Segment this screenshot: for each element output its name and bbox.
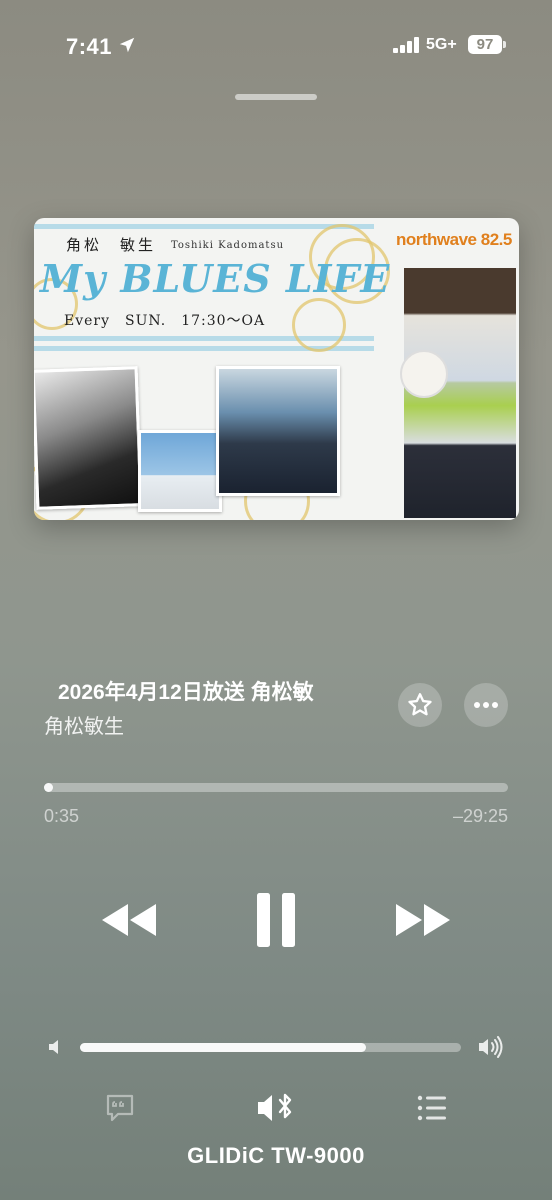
bluetooth-speaker-icon: [258, 1093, 292, 1121]
queue-list-icon: [417, 1095, 446, 1121]
rewind-icon: [102, 904, 156, 936]
rewind-button[interactable]: [96, 892, 164, 948]
photo-hat: [400, 350, 448, 398]
pause-icon: [257, 893, 295, 947]
artwork-show-title: My BLUES LIFE: [40, 256, 391, 301]
track-artist[interactable]: 角松敏生: [44, 710, 124, 739]
volume-fill: [80, 1043, 366, 1052]
time-elapsed: 0:35: [44, 806, 80, 826]
location-arrow-icon: [119, 37, 135, 53]
art-stripe: [34, 224, 374, 229]
album-artwork: 角松 敏生 Toshiki Kadomatsu My BLUES LIFE Ev…: [34, 218, 519, 520]
station-logo: northwave 82.5: [396, 230, 512, 249]
output-device-name: GLIDiC TW-9000: [187, 1143, 365, 1168]
time-remaining: –29:25: [452, 806, 508, 826]
network-type: 5G+: [426, 36, 457, 53]
audio-output-button[interactable]: [256, 1090, 298, 1126]
cellular-signal-icon: [393, 37, 421, 53]
status-time: 7:41: [66, 34, 113, 59]
queue-button[interactable]: [416, 1094, 448, 1122]
photo-portrait-bw: [34, 366, 143, 510]
playback-scrubber[interactable]: [44, 783, 508, 792]
photo-balcony: [138, 430, 222, 512]
photo-seaside: [216, 366, 340, 496]
lyrics-button[interactable]: [104, 1092, 136, 1124]
pause-button[interactable]: [246, 884, 306, 956]
ellipsis-icon: [474, 702, 498, 708]
speaker-low-icon: [49, 1040, 58, 1054]
track-title: 2026年4月12日放送 角松敏: [58, 681, 314, 704]
sheet-grabber[interactable]: [235, 94, 317, 100]
star-icon: [408, 693, 432, 716]
more-options-button[interactable]: [464, 683, 508, 727]
fast-forward-button[interactable]: [388, 892, 456, 948]
art-decoration: [292, 298, 346, 352]
favorite-button[interactable]: [398, 683, 442, 727]
battery-indicator: 97: [468, 35, 502, 54]
artwork-artist-en: Toshiki Kadomatsu: [171, 240, 285, 251]
artwork-schedule: Every SUN. 17:30～OA: [64, 313, 266, 329]
fast-forward-icon: [396, 904, 450, 936]
battery-tip: [503, 41, 506, 48]
playback-progress-fill: [44, 783, 54, 792]
lyrics-bubble-icon: [106, 1094, 134, 1122]
speaker-high-icon: [479, 1036, 503, 1058]
volume-slider[interactable]: [80, 1043, 461, 1052]
artwork-artist-jp: 角松 敏生: [66, 236, 157, 254]
